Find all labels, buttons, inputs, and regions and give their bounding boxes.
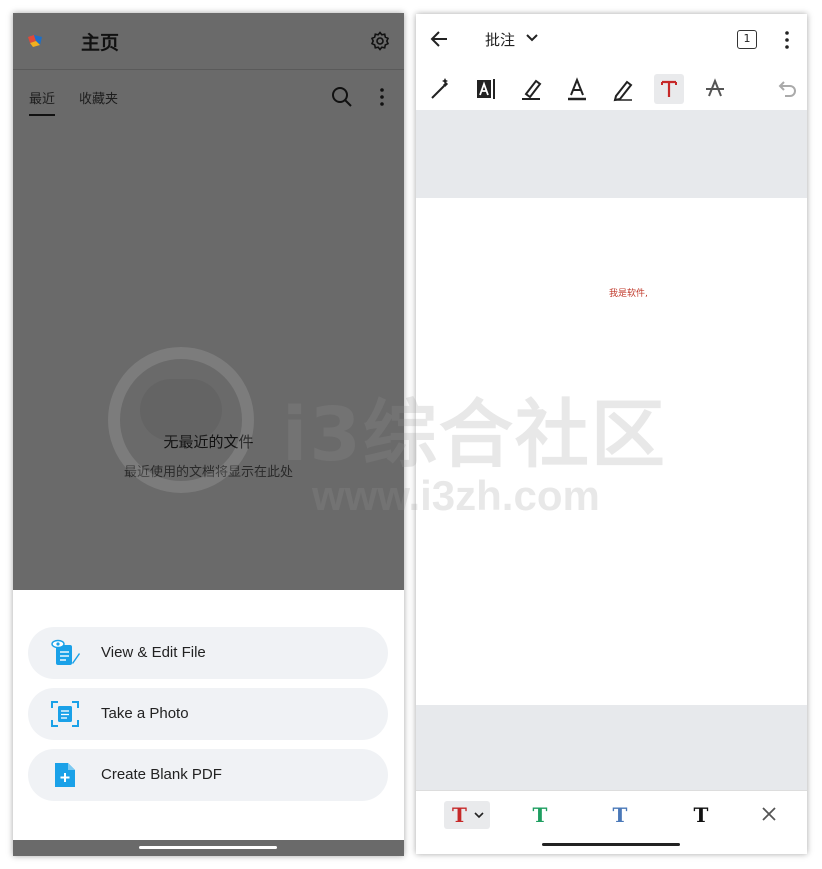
annotation-topbar: 批注 1 (416, 14, 807, 64)
text-color-red[interactable]: T (444, 801, 490, 829)
magic-pen-icon[interactable] (424, 74, 454, 104)
take-photo-button[interactable]: Take a Photo (28, 688, 388, 740)
app-logo-icon (28, 35, 42, 47)
pen-icon[interactable] (608, 74, 638, 104)
strikethrough-icon[interactable] (700, 74, 730, 104)
text-color-green[interactable]: T (525, 801, 555, 829)
tab-recent[interactable]: 最近 (29, 88, 56, 116)
text-color-red-glyph: T (452, 803, 467, 827)
highlighter-icon[interactable] (516, 74, 546, 104)
underline-icon[interactable] (562, 74, 592, 104)
text-box-icon[interactable] (470, 74, 500, 104)
page-title: 主页 (81, 32, 120, 54)
back-arrow-icon[interactable] (430, 30, 448, 48)
file-view-edit-icon (51, 639, 80, 665)
view-edit-file-button[interactable]: View & Edit File (28, 627, 388, 679)
more-options-icon[interactable] (379, 87, 385, 107)
text-color-bar: T T T T (416, 790, 807, 838)
text-color-blue[interactable]: T (605, 801, 635, 829)
pdf-page[interactable] (416, 198, 807, 705)
search-icon[interactable] (331, 86, 353, 108)
system-nav-bar (13, 840, 404, 856)
scan-document-icon (51, 701, 79, 727)
create-blank-pdf-button[interactable]: Create Blank PDF (28, 749, 388, 801)
home-indicator[interactable] (542, 843, 680, 846)
annotation-screen: 批注 1 我是软件, T T T T (416, 14, 807, 854)
empty-state-title: 无最近的文件 (163, 433, 254, 451)
home-indicator[interactable] (139, 846, 277, 849)
page-count-badge[interactable]: 1 (737, 30, 757, 49)
settings-gear-icon[interactable] (370, 31, 390, 51)
home-header: 主页 (13, 13, 404, 70)
take-photo-label: Take a Photo (101, 705, 189, 722)
annotation-text[interactable]: 我是软件, (609, 286, 648, 299)
view-edit-file-label: View & Edit File (101, 644, 206, 661)
text-color-black[interactable]: T (686, 801, 716, 829)
more-options-icon[interactable] (784, 30, 790, 50)
close-icon[interactable] (762, 807, 776, 821)
undo-icon[interactable] (771, 74, 801, 104)
text-tool-icon (661, 80, 677, 97)
mode-title[interactable]: 批注 (485, 29, 515, 50)
annotation-toolbar (416, 70, 807, 110)
text-tool-button[interactable] (654, 74, 684, 104)
action-bottom-sheet: View & Edit File Take a Photo Create Bla… (13, 590, 404, 840)
dimmed-background[interactable]: 主页 最近 收藏夹 无最近的文件 最近使用的文档将显示在此处 (13, 13, 404, 590)
home-screen: 主页 最近 收藏夹 无最近的文件 最近使用的文档将显示在此处 View & Ed… (13, 13, 404, 856)
chevron-down-icon[interactable] (526, 33, 538, 43)
tab-favorites[interactable]: 收藏夹 (79, 88, 118, 107)
new-pdf-icon (55, 763, 75, 787)
chevron-down-icon (474, 812, 484, 819)
empty-state-subtitle: 最近使用的文档将显示在此处 (123, 465, 293, 480)
create-blank-pdf-label: Create Blank PDF (101, 766, 222, 783)
